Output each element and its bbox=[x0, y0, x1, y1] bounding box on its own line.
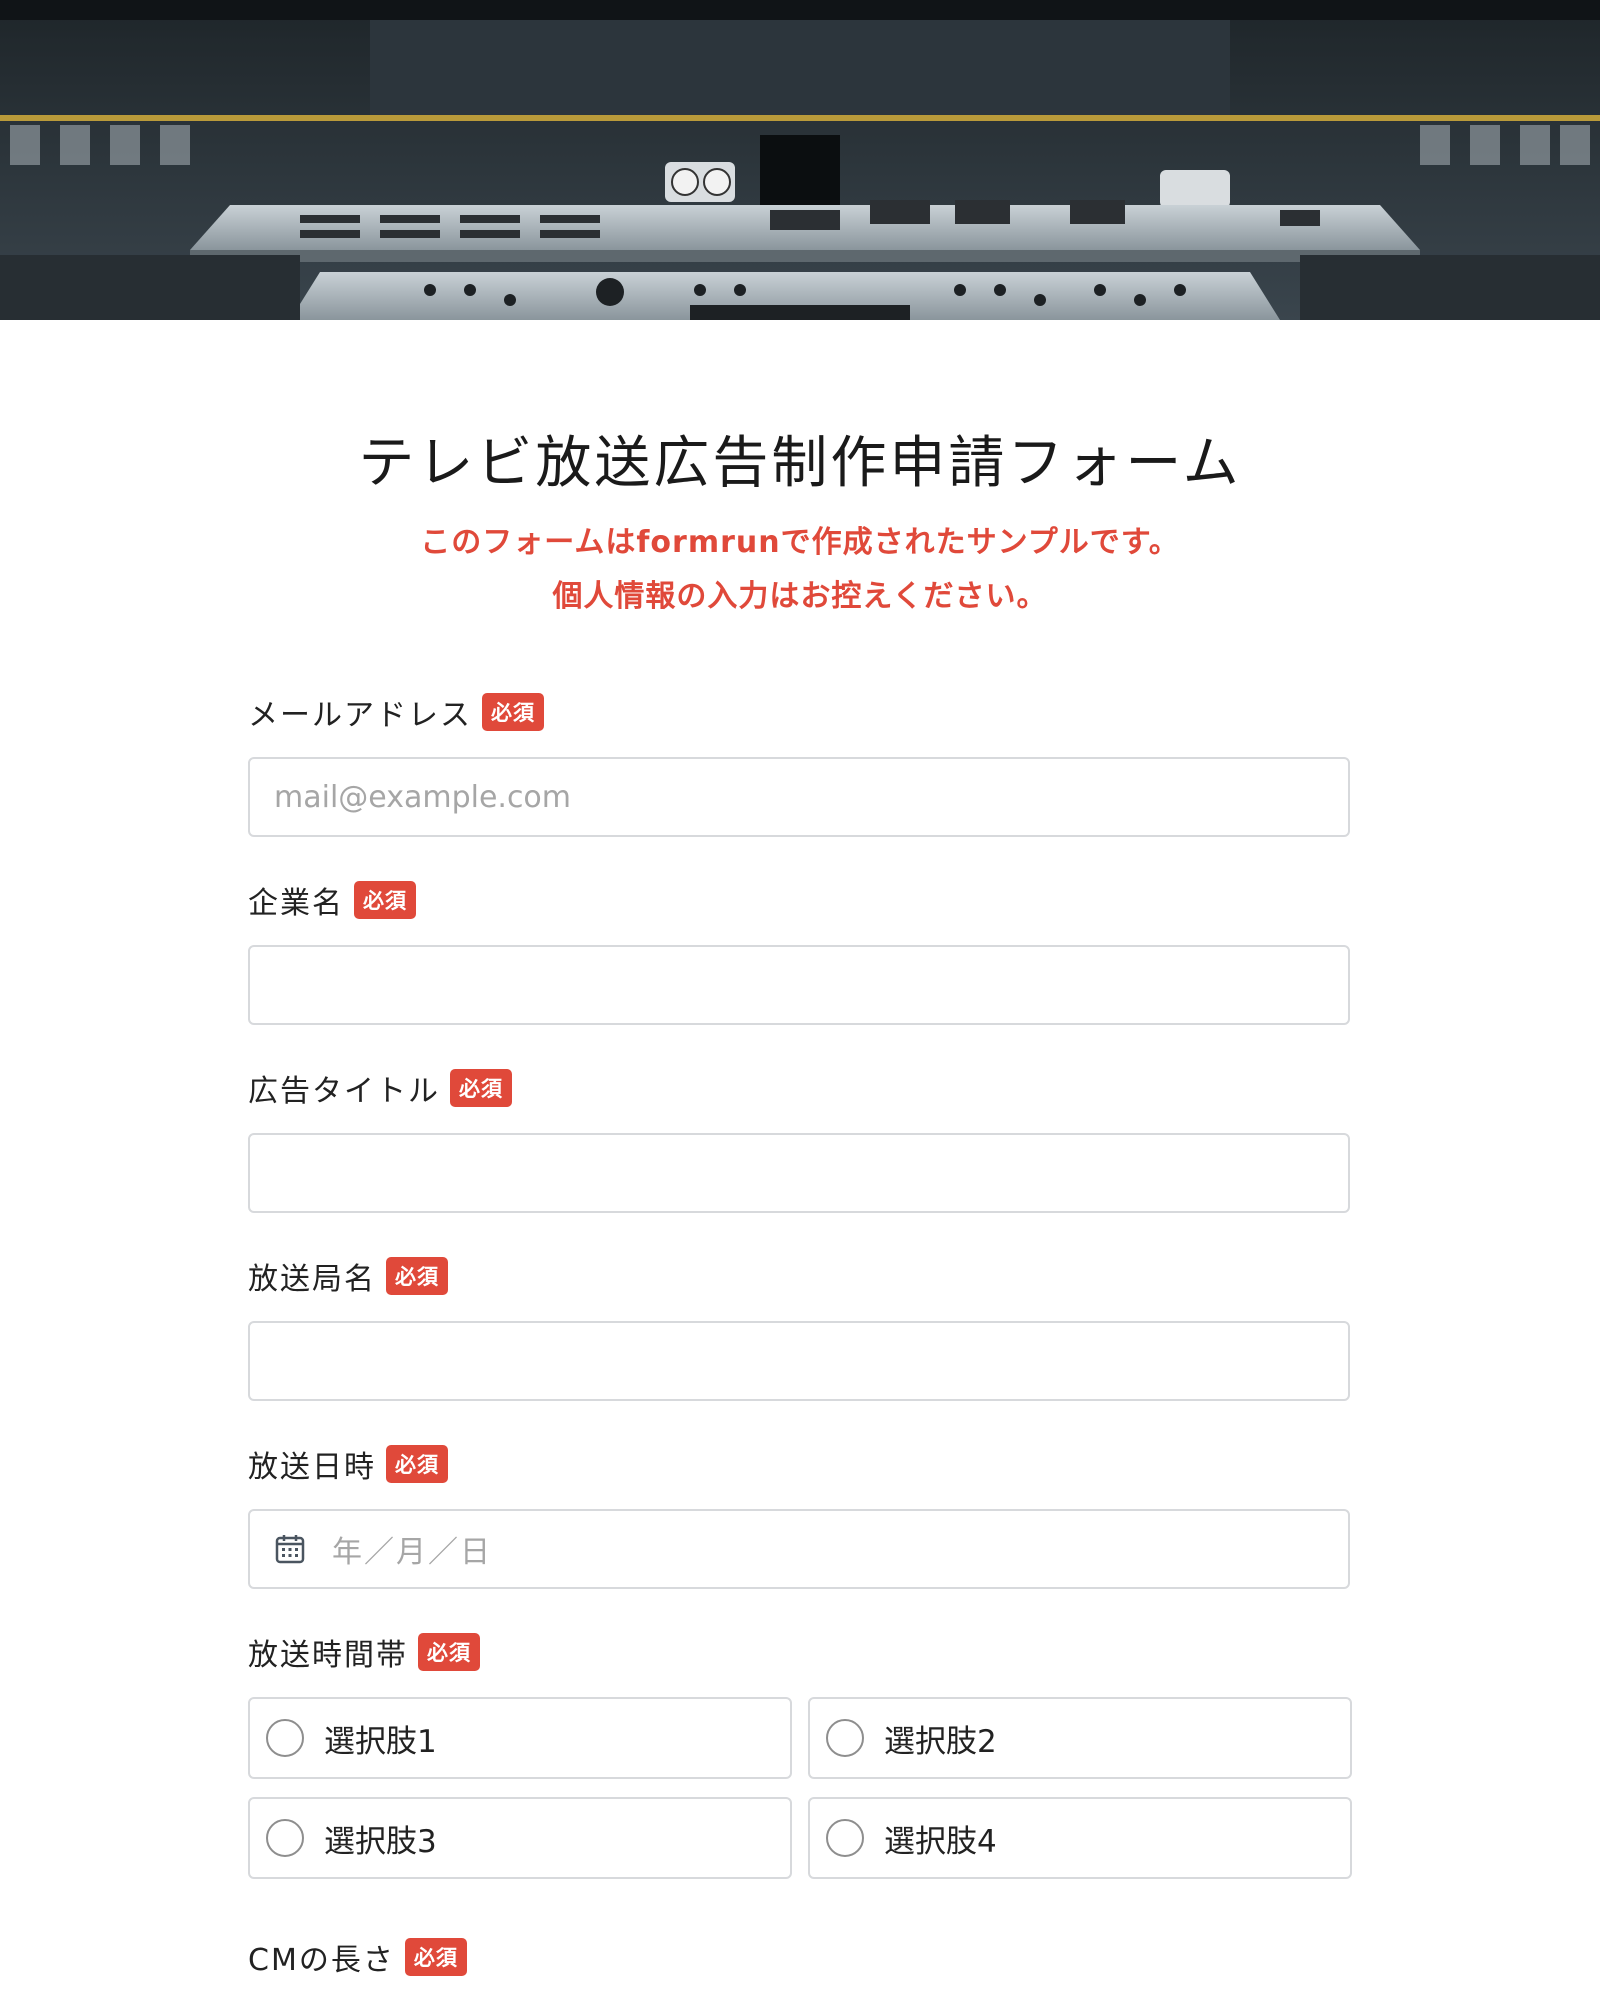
notice-line-2: 個人情報の入力はお控えください。 bbox=[552, 579, 1048, 614]
calendar-icon bbox=[274, 1533, 306, 1565]
required-badge: 必須 bbox=[450, 1069, 512, 1107]
ad-title-label: 広告タイトル 必須 bbox=[248, 1066, 512, 1110]
required-badge: 必須 bbox=[418, 1633, 480, 1671]
company-label: 企業名 必須 bbox=[248, 878, 416, 922]
option-label: 選択肢2 bbox=[884, 1723, 997, 1760]
timeslot-option-2[interactable]: 選択肢2 bbox=[808, 1697, 1352, 1779]
sample-notice: このフォームはformrunで作成されたサンプルです。 個人情報の入力はお控えく… bbox=[0, 516, 1600, 624]
email-label: メールアドレス 必須 bbox=[248, 690, 544, 734]
company-input[interactable] bbox=[248, 945, 1350, 1025]
date-placeholder: 年／月／日 bbox=[332, 1535, 492, 1570]
email-label-text: メールアドレス bbox=[248, 698, 472, 733]
station-label: 放送局名 必須 bbox=[248, 1254, 448, 1298]
date-label: 放送日時 必須 bbox=[248, 1442, 448, 1486]
ad-title-input[interactable] bbox=[248, 1133, 1350, 1213]
company-label-text: 企業名 bbox=[248, 886, 344, 921]
email-input[interactable] bbox=[248, 757, 1350, 837]
timeslot-label-text: 放送時間帯 bbox=[248, 1638, 408, 1673]
option-label: 選択肢4 bbox=[884, 1823, 997, 1860]
timeslot-option-1[interactable]: 選択肢1 bbox=[248, 1697, 792, 1779]
station-label-text: 放送局名 bbox=[248, 1262, 376, 1297]
radio-unchecked-icon[interactable] bbox=[266, 1819, 304, 1857]
timeslot-option-3[interactable]: 選択肢3 bbox=[248, 1797, 792, 1879]
date-input[interactable]: 年／月／日 bbox=[248, 1509, 1350, 1589]
notice-line-1: このフォームはformrunで作成されたサンプルです。 bbox=[420, 525, 1180, 560]
station-input[interactable] bbox=[248, 1321, 1350, 1401]
ad-title-label-text: 広告タイトル bbox=[248, 1074, 440, 1109]
required-badge: 必須 bbox=[482, 693, 544, 731]
radio-unchecked-icon[interactable] bbox=[826, 1719, 864, 1757]
option-label: 選択肢3 bbox=[324, 1823, 437, 1860]
required-badge: 必須 bbox=[354, 881, 416, 919]
cm-length-label: CMの長さ 必須 bbox=[248, 1935, 467, 1979]
header-image bbox=[0, 0, 1600, 320]
form-title: テレビ放送広告制作申請フォーム bbox=[358, 431, 1242, 496]
timeslot-option-4[interactable]: 選択肢4 bbox=[808, 1797, 1352, 1879]
required-badge: 必須 bbox=[386, 1257, 448, 1295]
date-label-text: 放送日時 bbox=[248, 1450, 376, 1485]
option-label: 選択肢1 bbox=[324, 1723, 437, 1760]
radio-unchecked-icon[interactable] bbox=[826, 1819, 864, 1857]
required-badge: 必須 bbox=[386, 1445, 448, 1483]
required-badge: 必須 bbox=[404, 1938, 467, 1976]
cm-length-label-text: CMの長さ bbox=[248, 1943, 395, 1978]
timeslot-label: 放送時間帯 必須 bbox=[248, 1630, 480, 1674]
radio-unchecked-icon[interactable] bbox=[266, 1719, 304, 1757]
